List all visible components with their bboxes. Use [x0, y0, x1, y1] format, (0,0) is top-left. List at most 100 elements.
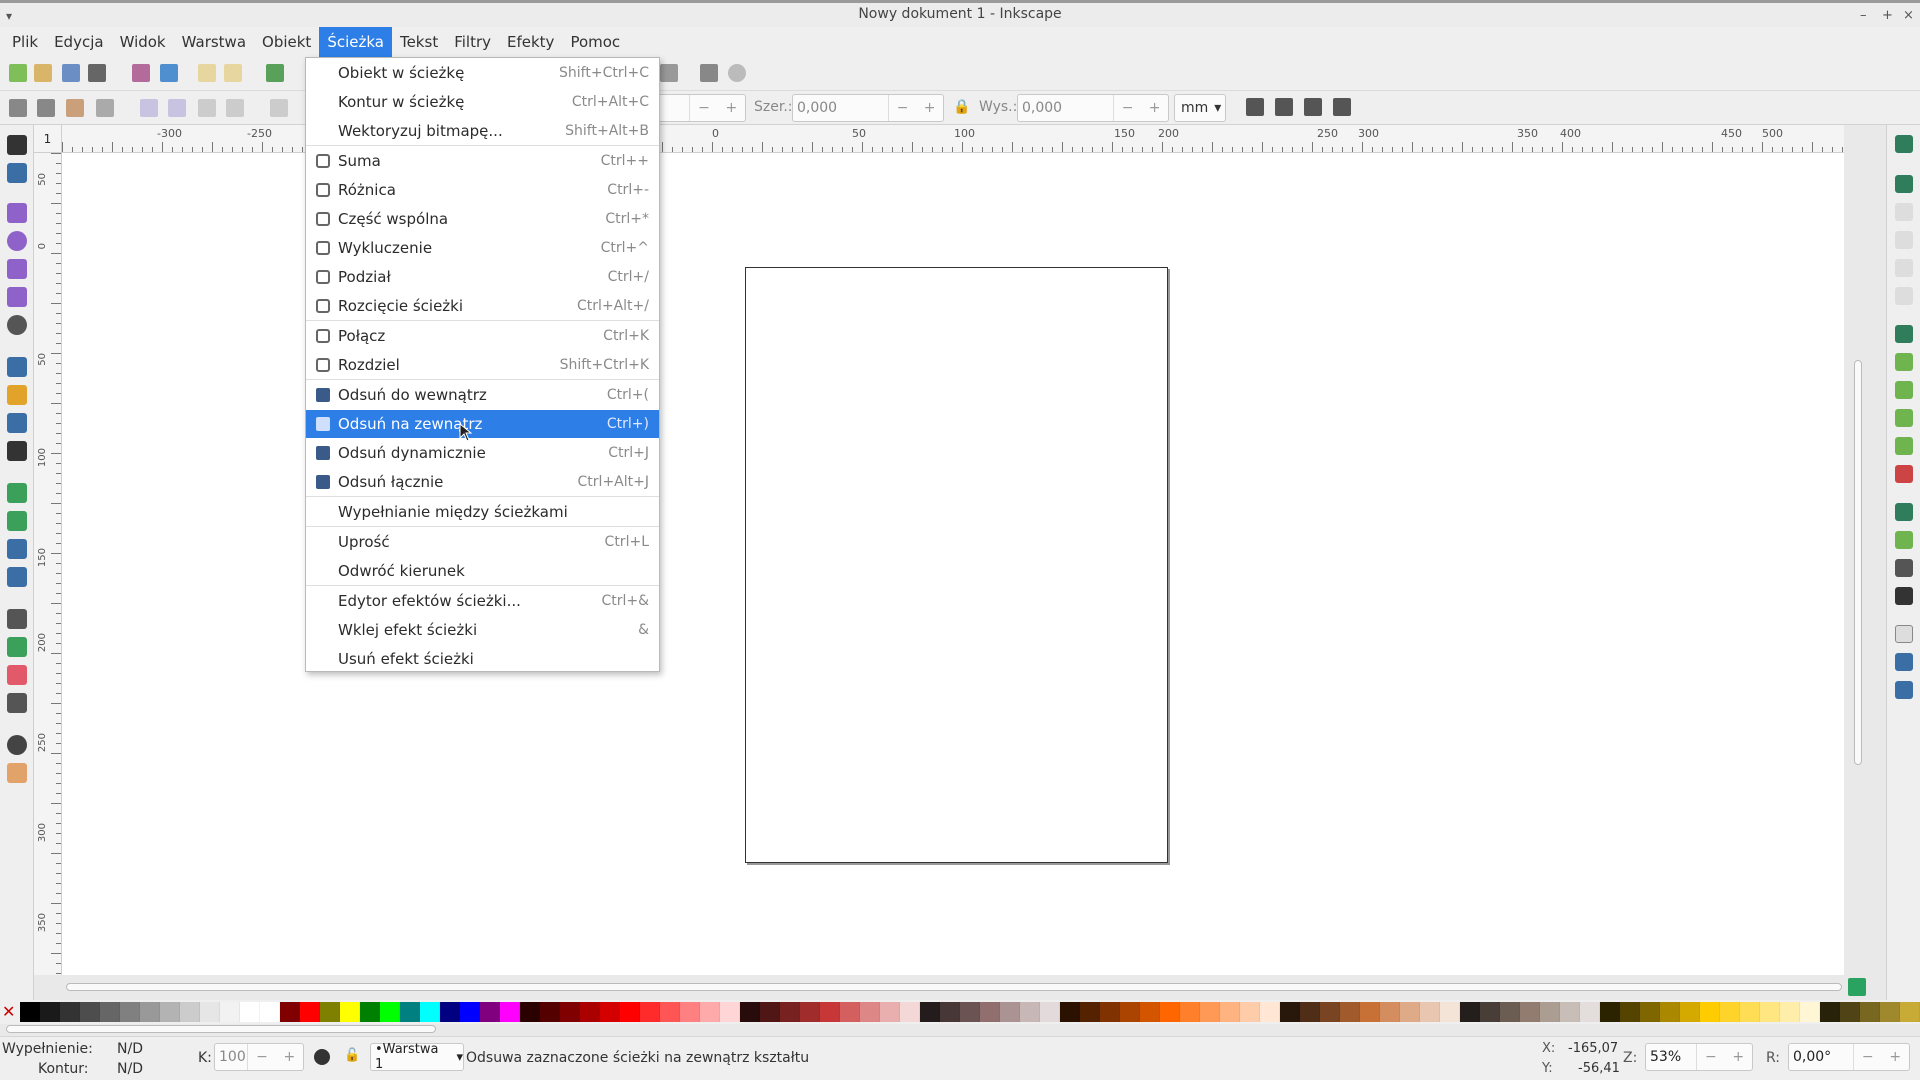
color-swatch[interactable]	[1620, 1002, 1640, 1022]
color-swatch[interactable]	[740, 1002, 760, 1022]
ellipse-tool-icon[interactable]	[7, 231, 27, 251]
snap-toggle-icon[interactable]	[1895, 135, 1913, 153]
menu-item[interactable]: Rozdziel Shift+Ctrl+K	[306, 351, 659, 379]
undo-icon[interactable]	[198, 64, 216, 82]
menu-warstwa[interactable]: Warstwa	[174, 27, 254, 57]
menu-item[interactable]: Edytor efektów ścieżki... Ctrl+&	[306, 587, 659, 615]
color-swatch[interactable]	[1540, 1002, 1560, 1022]
color-swatch[interactable]	[580, 1002, 600, 1022]
color-swatch[interactable]	[1080, 1002, 1100, 1022]
scale-stroke-icon[interactable]	[1246, 98, 1264, 116]
import-icon[interactable]	[132, 64, 150, 82]
color-swatch[interactable]	[1440, 1002, 1460, 1022]
redo-icon[interactable]	[224, 64, 242, 82]
width-decrement[interactable]: −	[889, 100, 916, 116]
menu-item[interactable]: Kontur w ścieżkę Ctrl+Alt+C	[306, 88, 659, 116]
color-swatch[interactable]	[920, 1002, 940, 1022]
rectangle-tool-icon[interactable]	[7, 203, 27, 223]
color-swatch[interactable]	[1020, 1002, 1040, 1022]
color-swatch[interactable]	[1820, 1002, 1840, 1022]
color-swatch[interactable]	[1900, 1002, 1920, 1022]
deselect-icon[interactable]	[66, 99, 84, 117]
color-swatch[interactable]	[1480, 1002, 1500, 1022]
color-swatch[interactable]	[1840, 1002, 1860, 1022]
color-swatch[interactable]	[680, 1002, 700, 1022]
close-icon[interactable]: ×	[1903, 5, 1914, 27]
minimize-icon[interactable]: –	[1860, 5, 1867, 27]
rotation-spin[interactable]: 0,00° − +	[1788, 1043, 1910, 1071]
color-swatch[interactable]	[1300, 1002, 1320, 1022]
color-swatch[interactable]	[780, 1002, 800, 1022]
menu-sciezka[interactable]: Ścieżka	[319, 27, 392, 57]
menu-item[interactable]: Usuń efekt ścieżki	[306, 645, 659, 673]
color-swatch[interactable]	[280, 1002, 300, 1022]
snap-smooth-icon[interactable]	[1895, 437, 1913, 455]
rotation-value[interactable]: 0,00°	[1789, 1044, 1854, 1070]
flip-vertical-icon[interactable]	[226, 99, 244, 117]
fill-value[interactable]: N/D	[117, 1041, 143, 1057]
color-swatch[interactable]	[540, 1002, 560, 1022]
color-swatch[interactable]	[1400, 1002, 1420, 1022]
color-swatch[interactable]	[1360, 1002, 1380, 1022]
select-all-icon[interactable]	[9, 99, 27, 117]
snap-rotation-center-icon[interactable]	[1895, 559, 1913, 577]
color-swatch[interactable]	[60, 1002, 80, 1022]
hide-layer-icon[interactable]	[314, 1049, 330, 1065]
menu-item[interactable]: Część wspólna Ctrl+*	[306, 205, 659, 233]
color-swatch[interactable]	[400, 1002, 420, 1022]
menu-item[interactable]: Podział Ctrl+/	[306, 263, 659, 291]
color-swatch[interactable]	[1140, 1002, 1160, 1022]
color-swatch[interactable]	[940, 1002, 960, 1022]
menu-item[interactable]: Różnica Ctrl+-	[306, 176, 659, 204]
snap-grid-icon[interactable]	[1895, 653, 1913, 671]
color-swatch[interactable]	[500, 1002, 520, 1022]
scale-corners-icon[interactable]	[1275, 98, 1293, 116]
vertical-ruler[interactable]: 50 0 50 100 150 200 250 300 350	[34, 153, 62, 975]
opacity-spin[interactable]: 100 − +	[214, 1043, 304, 1071]
move-patterns-icon[interactable]	[1333, 98, 1351, 116]
color-swatch[interactable]	[1240, 1002, 1260, 1022]
horizontal-scrollbar[interactable]	[66, 983, 1842, 991]
menu-item[interactable]: Suma Ctrl++	[306, 147, 659, 175]
menu-filtry[interactable]: Filtry	[446, 27, 499, 57]
snap-object-center-icon[interactable]	[1895, 531, 1913, 549]
color-swatch[interactable]	[1160, 1002, 1180, 1022]
snap-page-border-icon[interactable]	[1895, 625, 1913, 643]
opacity-increment[interactable]: +	[276, 1049, 303, 1065]
color-swatch[interactable]	[160, 1002, 180, 1022]
snap-cusp-icon[interactable]	[1895, 409, 1913, 427]
color-swatch[interactable]	[620, 1002, 640, 1022]
lock-layer-icon[interactable]: 🔓	[344, 1048, 360, 1063]
color-swatch[interactable]	[1460, 1002, 1480, 1022]
snap-line-midpoint-icon[interactable]	[1895, 465, 1913, 483]
color-swatch[interactable]	[1320, 1002, 1340, 1022]
measure-tool-icon[interactable]	[7, 763, 27, 783]
color-swatch[interactable]	[1860, 1002, 1880, 1022]
new-document-icon[interactable]	[9, 64, 27, 82]
rotate-ccw-button[interactable]: −	[1854, 1049, 1882, 1065]
color-swatch[interactable]	[1000, 1002, 1020, 1022]
color-swatch[interactable]	[520, 1002, 540, 1022]
calligraphy-tool-icon[interactable]	[7, 413, 27, 433]
color-swatch[interactable]	[1040, 1002, 1060, 1022]
rotate-cw-icon[interactable]	[168, 99, 186, 117]
connector-tool-icon[interactable]	[7, 693, 27, 713]
eraser-tool-icon[interactable]	[7, 665, 27, 685]
menu-item[interactable]: Odsuń dynamicznie Ctrl+J	[306, 439, 659, 467]
color-swatch[interactable]	[1200, 1002, 1220, 1022]
align-icon[interactable]	[660, 64, 678, 82]
color-swatch[interactable]	[180, 1002, 200, 1022]
duplicate-icon[interactable]	[266, 64, 284, 82]
print-icon[interactable]	[88, 64, 106, 82]
menu-widok[interactable]: Widok	[112, 27, 174, 57]
window-menu-icon[interactable]: ▾	[6, 5, 12, 27]
menu-item[interactable]: Wklej efekt ścieżki &	[306, 616, 659, 644]
color-swatch[interactable]	[1800, 1002, 1820, 1022]
color-swatch[interactable]	[560, 1002, 580, 1022]
flip-horizontal-icon[interactable]	[198, 99, 216, 117]
stroke-value[interactable]: N/D	[117, 1061, 143, 1077]
document-page[interactable]	[745, 267, 1168, 863]
rotate-ccw-icon[interactable]	[140, 99, 158, 117]
unit-select[interactable]: mm ▾	[1174, 94, 1226, 122]
color-swatch[interactable]	[100, 1002, 120, 1022]
